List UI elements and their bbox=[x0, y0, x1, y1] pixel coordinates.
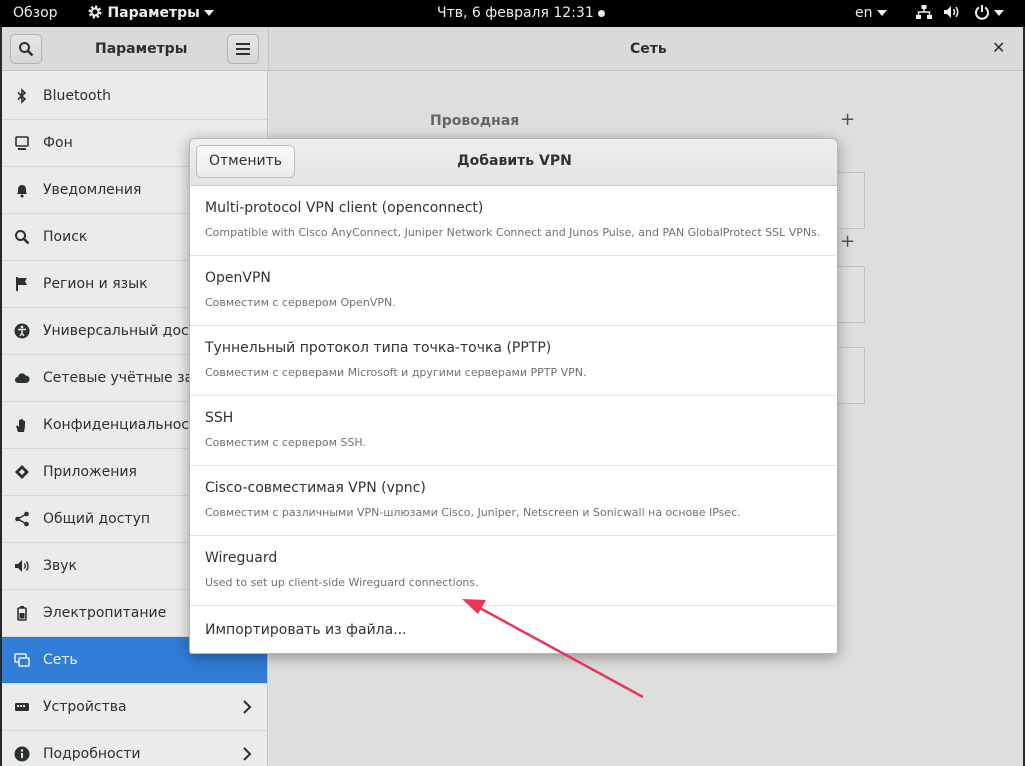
app-menu-label: Параметры bbox=[107, 5, 200, 21]
vpn-option-description: Совместим с серверами Microsoft и другим… bbox=[205, 366, 587, 379]
vpn-option-pptp[interactable]: Туннельный протокол типа точка-точка (PP… bbox=[190, 326, 837, 396]
cancel-button[interactable]: Отменить bbox=[196, 145, 295, 178]
vpn-option-description: Совместим с различными VPN-шлюзами Cisco… bbox=[205, 506, 741, 519]
wired-network-icon bbox=[916, 5, 932, 19]
vpn-option-vpnc[interactable]: Cisco-совместимая VPN (vpnc) Совместим с… bbox=[190, 466, 837, 536]
add-vpn-dialog: Добавить VPN Отменить Multi-protocol VPN… bbox=[189, 138, 838, 654]
vpn-option-description: Used to set up client-side Wireguard con… bbox=[205, 576, 479, 589]
chevron-down-icon bbox=[876, 10, 887, 16]
vpn-option-wireguard[interactable]: Wireguard Used to set up client-side Wir… bbox=[190, 536, 837, 606]
vpn-option-title: Wireguard bbox=[205, 550, 278, 566]
system-menu[interactable] bbox=[915, 0, 1004, 27]
vpn-option-title: OpenVPN bbox=[205, 270, 271, 286]
notification-dot-icon bbox=[597, 9, 605, 17]
vpn-option-openvpn[interactable]: OpenVPN Совместим с сервером OpenVPN. bbox=[190, 256, 837, 326]
clock[interactable]: Чтв, 6 февраля 12:31 bbox=[437, 0, 605, 27]
app-menu[interactable]: Параметры bbox=[87, 0, 214, 27]
vpn-option-description: Совместим с сервером OpenVPN. bbox=[205, 296, 396, 309]
vpn-option-title: Cisco-совместимая VPN (vpnc) bbox=[205, 480, 426, 496]
vpn-option-ssh[interactable]: SSH Совместим с сервером SSH. bbox=[190, 396, 837, 466]
keyboard-layout-label: en bbox=[855, 5, 873, 21]
dialog-header: Добавить VPN Отменить bbox=[190, 139, 837, 186]
vpn-option-description: Compatible with Cisco AnyConnect, Junipe… bbox=[205, 226, 821, 239]
vpn-option-title: Multi-protocol VPN client (openconnect) bbox=[205, 200, 484, 216]
gear-icon bbox=[88, 5, 102, 19]
vpn-option-description: Совместим с сервером SSH. bbox=[205, 436, 366, 449]
import-label: Импортировать из файла... bbox=[205, 622, 407, 638]
vpn-option-title: SSH bbox=[205, 410, 234, 426]
activities-button[interactable]: Обзор bbox=[13, 0, 58, 27]
volume-icon bbox=[944, 6, 959, 18]
clock-label: Чтв, 6 февраля 12:31 bbox=[437, 5, 594, 21]
chevron-down-icon bbox=[993, 10, 1004, 16]
top-bar: Обзор Параметры Чтв, 6 февраля 12:31 en bbox=[0, 0, 1025, 27]
power-icon bbox=[974, 5, 989, 20]
keyboard-layout-menu[interactable]: en bbox=[855, 0, 887, 27]
vpn-option-openconnect[interactable]: Multi-protocol VPN client (openconnect) … bbox=[190, 186, 837, 256]
import-from-file-option[interactable]: Импортировать из файла... bbox=[190, 606, 837, 653]
chevron-down-icon bbox=[203, 10, 214, 16]
vpn-option-title: Туннельный протокол типа точка-точка (PP… bbox=[205, 340, 552, 356]
